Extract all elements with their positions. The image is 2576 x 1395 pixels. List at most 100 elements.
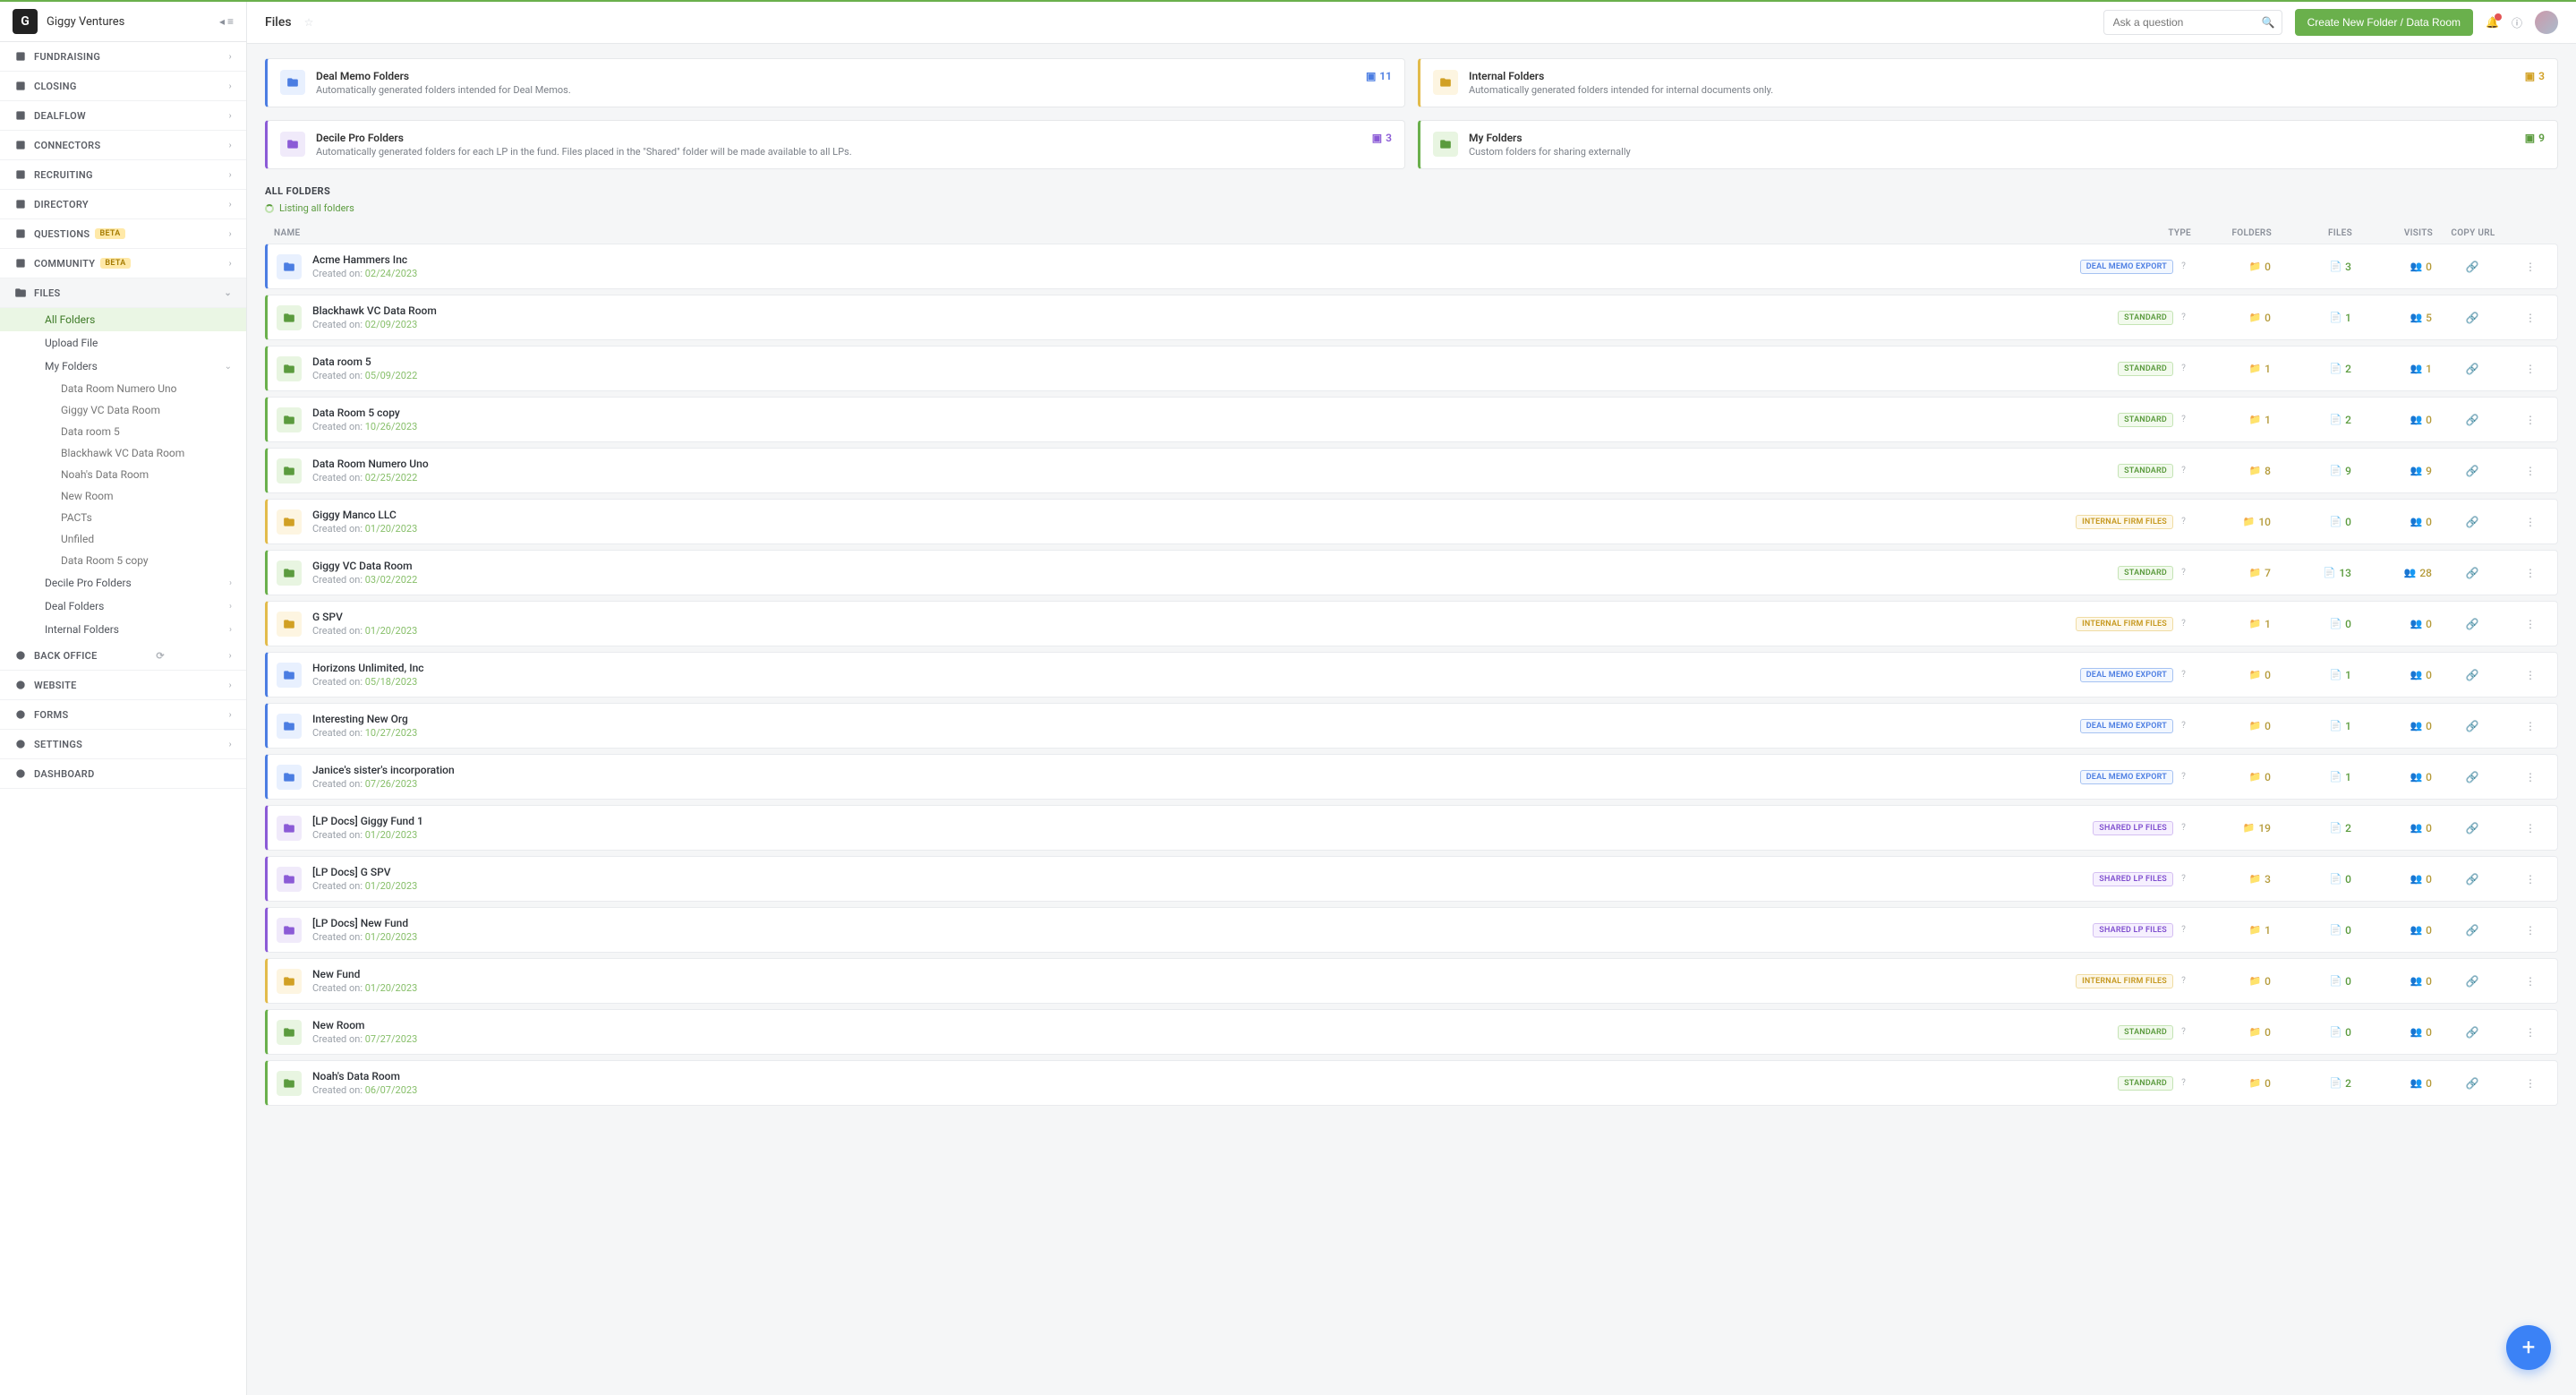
copy-url-button[interactable]: 🔗	[2432, 567, 2512, 579]
folder-row[interactable]: Data room 5Created on: 05/09/2022STANDAR…	[265, 346, 2558, 391]
create-folder-button[interactable]: Create New Folder / Data Room	[2295, 9, 2473, 36]
row-actions-button[interactable]: ⋮	[2512, 1077, 2548, 1090]
sidebar-subitem[interactable]: Internal Folders›	[0, 618, 246, 641]
row-actions-button[interactable]: ⋮	[2512, 516, 2548, 528]
folder-row[interactable]: Data Room Numero UnoCreated on: 02/25/20…	[265, 448, 2558, 493]
info-icon[interactable]: ?	[2177, 566, 2190, 579]
row-actions-button[interactable]: ⋮	[2512, 975, 2548, 988]
folder-row[interactable]: G SPVCreated on: 01/20/2023INTERNAL FIRM…	[265, 601, 2558, 646]
sidebar-item-directory[interactable]: DIRECTORY›	[0, 190, 246, 219]
info-icon[interactable]: ?	[2177, 413, 2190, 426]
copy-url-button[interactable]: 🔗	[2432, 1077, 2512, 1090]
sidebar-subsubitem[interactable]: Data Room 5 copy	[0, 550, 246, 571]
folder-row[interactable]: Blackhawk VC Data RoomCreated on: 02/09/…	[265, 295, 2558, 340]
folder-category-card[interactable]: Deal Memo FoldersAutomatically generated…	[265, 58, 1405, 107]
folder-row[interactable]: Interesting New OrgCreated on: 10/27/202…	[265, 703, 2558, 749]
sidebar-item-dashboard[interactable]: DASHBOARD	[0, 759, 246, 789]
sidebar-item-questions[interactable]: QUESTIONSBETA›	[0, 219, 246, 249]
folder-row[interactable]: Data Room 5 copyCreated on: 10/26/2023ST…	[265, 397, 2558, 442]
sidebar-subsubitem[interactable]: Noah's Data Room	[0, 464, 246, 485]
sidebar-item-fundraising[interactable]: FUNDRAISING›	[0, 42, 246, 72]
folder-row[interactable]: Horizons Unlimited, IncCreated on: 05/18…	[265, 652, 2558, 698]
row-actions-button[interactable]: ⋮	[2512, 363, 2548, 375]
copy-url-button[interactable]: 🔗	[2432, 975, 2512, 988]
info-icon[interactable]: ?	[2177, 311, 2190, 324]
folder-category-card[interactable]: My FoldersCustom folders for sharing ext…	[1418, 120, 2558, 169]
info-icon[interactable]: ?	[2177, 362, 2190, 375]
folder-category-card[interactable]: Decile Pro FoldersAutomatically generate…	[265, 120, 1405, 169]
copy-url-button[interactable]: 🔗	[2432, 822, 2512, 834]
copy-url-button[interactable]: 🔗	[2432, 1026, 2512, 1039]
row-actions-button[interactable]: ⋮	[2512, 312, 2548, 324]
copy-url-button[interactable]: 🔗	[2432, 465, 2512, 477]
copy-url-button[interactable]: 🔗	[2432, 924, 2512, 937]
info-icon[interactable]: ?	[2177, 668, 2190, 681]
info-icon[interactable]: ?	[2177, 872, 2190, 886]
sidebar-subsubitem[interactable]: Unfiled	[0, 528, 246, 550]
sidebar-item-closing[interactable]: CLOSING›	[0, 72, 246, 101]
sidebar-subsubitem[interactable]: Blackhawk VC Data Room	[0, 442, 246, 464]
sidebar-item-website[interactable]: WEBSITE›	[0, 671, 246, 700]
sidebar-item-dealflow[interactable]: DEALFLOW›	[0, 101, 246, 131]
folder-row[interactable]: New FundCreated on: 01/20/2023INTERNAL F…	[265, 958, 2558, 1004]
info-icon[interactable]: ?	[2177, 464, 2190, 477]
info-icon[interactable]: ?	[2177, 770, 2190, 783]
info-icon[interactable]: ?	[2177, 719, 2190, 732]
sidebar-item-forms[interactable]: FORMS›	[0, 700, 246, 730]
folder-category-card[interactable]: Internal FoldersAutomatically generated …	[1418, 58, 2558, 107]
sidebar-subitem[interactable]: Upload File	[0, 331, 246, 355]
sidebar-subitem[interactable]: Decile Pro Folders›	[0, 571, 246, 595]
row-actions-button[interactable]: ⋮	[2512, 618, 2548, 630]
sidebar-collapse-button[interactable]: ◂ ≡	[219, 15, 234, 28]
star-icon[interactable]: ☆	[304, 16, 314, 29]
sidebar-subitem[interactable]: My Folders⌄	[0, 355, 246, 378]
sidebar-subitem[interactable]: All Folders	[0, 308, 246, 331]
sidebar-item-settings[interactable]: SETTINGS›	[0, 730, 246, 759]
copy-url-button[interactable]: 🔗	[2432, 312, 2512, 324]
info-icon[interactable]: ?	[2177, 974, 2190, 988]
info-icon[interactable]: ?	[2177, 617, 2190, 630]
org-name[interactable]: Giggy Ventures	[47, 15, 219, 29]
user-avatar[interactable]	[2535, 11, 2558, 34]
folder-row[interactable]: Janice's sister's incorporationCreated o…	[265, 754, 2558, 800]
copy-url-button[interactable]: 🔗	[2432, 873, 2512, 886]
copy-url-button[interactable]: 🔗	[2432, 414, 2512, 426]
sidebar-item-back-office[interactable]: BACK OFFICE⟳›	[0, 641, 246, 671]
info-icon[interactable]: ?	[2177, 1025, 2190, 1039]
info-icon[interactable]: ?	[2177, 821, 2190, 834]
folder-row[interactable]: Giggy VC Data RoomCreated on: 03/02/2022…	[265, 550, 2558, 595]
row-actions-button[interactable]: ⋮	[2512, 669, 2548, 681]
row-actions-button[interactable]: ⋮	[2512, 1026, 2548, 1039]
folder-row[interactable]: [LP Docs] Giggy Fund 1Created on: 01/20/…	[265, 805, 2558, 851]
info-icon[interactable]: ?	[2177, 923, 2190, 937]
row-actions-button[interactable]: ⋮	[2512, 261, 2548, 273]
copy-url-button[interactable]: 🔗	[2432, 618, 2512, 630]
copy-url-button[interactable]: 🔗	[2432, 516, 2512, 528]
row-actions-button[interactable]: ⋮	[2512, 720, 2548, 732]
copy-url-button[interactable]: 🔗	[2432, 669, 2512, 681]
info-icon[interactable]: ?	[2177, 1076, 2190, 1090]
folder-row[interactable]: [LP Docs] G SPVCreated on: 01/20/2023SHA…	[265, 856, 2558, 902]
folder-row[interactable]: Acme Hammers IncCreated on: 02/24/2023DE…	[265, 244, 2558, 289]
row-actions-button[interactable]: ⋮	[2512, 873, 2548, 886]
folder-row[interactable]: New RoomCreated on: 07/27/2023STANDARD?📁…	[265, 1009, 2558, 1055]
sidebar-subsubitem[interactable]: PACTs	[0, 507, 246, 528]
copy-url-button[interactable]: 🔗	[2432, 720, 2512, 732]
copy-url-button[interactable]: 🔗	[2432, 261, 2512, 273]
sidebar-item-recruiting[interactable]: RECRUITING›	[0, 160, 246, 190]
folder-row[interactable]: [LP Docs] New FundCreated on: 01/20/2023…	[265, 907, 2558, 953]
help-button[interactable]: ⓘ	[2512, 15, 2522, 30]
sidebar-item-files[interactable]: FILES ⌄	[0, 278, 246, 308]
row-actions-button[interactable]: ⋮	[2512, 465, 2548, 477]
sidebar-subsubitem[interactable]: Giggy VC Data Room	[0, 399, 246, 421]
sidebar-subsubitem[interactable]: New Room	[0, 485, 246, 507]
row-actions-button[interactable]: ⋮	[2512, 822, 2548, 834]
row-actions-button[interactable]: ⋮	[2512, 771, 2548, 783]
row-actions-button[interactable]: ⋮	[2512, 414, 2548, 426]
sidebar-item-community[interactable]: COMMUNITYBETA›	[0, 249, 246, 278]
copy-url-button[interactable]: 🔗	[2432, 771, 2512, 783]
folder-row[interactable]: Noah's Data RoomCreated on: 06/07/2023ST…	[265, 1060, 2558, 1106]
sidebar-subsubitem[interactable]: Data Room Numero Uno	[0, 378, 246, 399]
sidebar-item-connectors[interactable]: CONNECTORS›	[0, 131, 246, 160]
add-fab-button[interactable]: +	[2506, 1325, 2551, 1370]
